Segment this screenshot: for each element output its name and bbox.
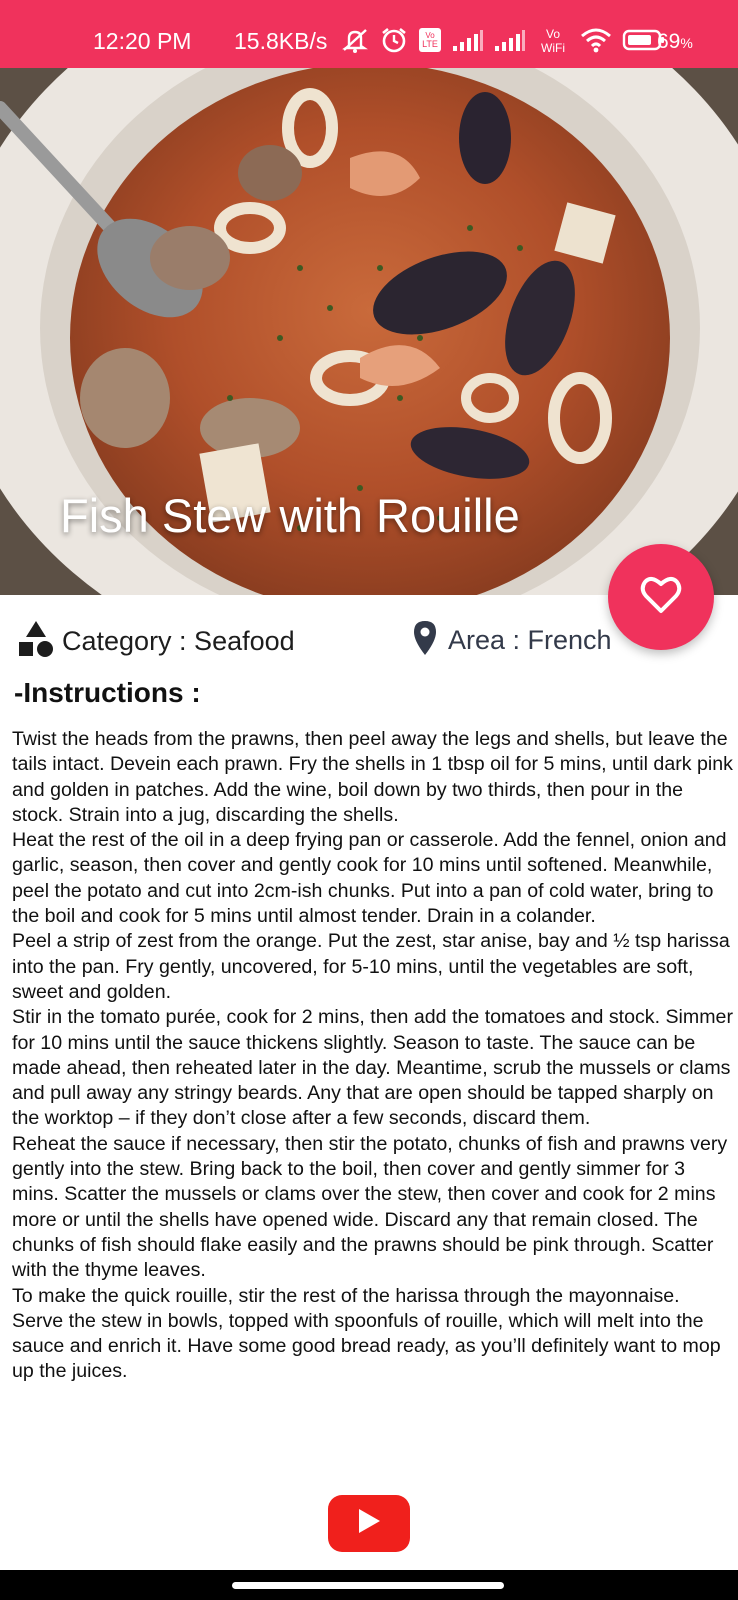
- recipe-title: Fish Stew with Rouille: [60, 489, 520, 542]
- area-label: Area : French: [448, 625, 612, 655]
- mute-icon: [340, 26, 370, 60]
- category-info: Category : Seafood: [16, 619, 295, 664]
- vowifi-icon: Vo WiFi: [536, 26, 570, 60]
- svg-text:Vo: Vo: [546, 27, 560, 41]
- category-label: Category : Seafood: [62, 626, 295, 656]
- home-indicator[interactable]: [232, 1582, 504, 1589]
- location-pin-icon: [412, 619, 438, 662]
- svg-text:LTE: LTE: [422, 39, 438, 49]
- category-shapes-icon: [16, 619, 56, 664]
- battery-percent: 69%: [657, 30, 693, 53]
- status-time: 12:20 PM: [93, 28, 192, 54]
- volte-icon: LTE Vo: [418, 27, 442, 59]
- heart-outline-icon: [640, 575, 682, 620]
- system-navigation-bar: [0, 1570, 738, 1600]
- youtube-button[interactable]: [328, 1495, 410, 1552]
- svg-text:Vo: Vo: [425, 31, 435, 40]
- svg-text:WiFi: WiFi: [541, 41, 565, 54]
- youtube-play-icon: [357, 1508, 381, 1539]
- status-icons: LTE Vo Vo WiFi: [340, 26, 666, 60]
- wifi-icon: [580, 27, 612, 59]
- network-speed: 15.8KB/s: [234, 28, 328, 54]
- status-bar: 12:20 PM 15.8KB/s LTE Vo Vo WiFi 69%: [0, 0, 738, 68]
- area-info: Area : French: [412, 619, 612, 662]
- instructions-heading: -Instructions :: [14, 677, 201, 708]
- recipe-meta: Category : Seafood Area : French: [0, 615, 738, 665]
- recipe-hero-image: Fish Stew with Rouille: [0, 68, 738, 595]
- signal-icon: [452, 28, 484, 58]
- instructions-text: Twist the heads from the prawns, then pe…: [12, 728, 733, 1383]
- signal-icon: [494, 28, 526, 58]
- alarm-icon: [380, 26, 408, 60]
